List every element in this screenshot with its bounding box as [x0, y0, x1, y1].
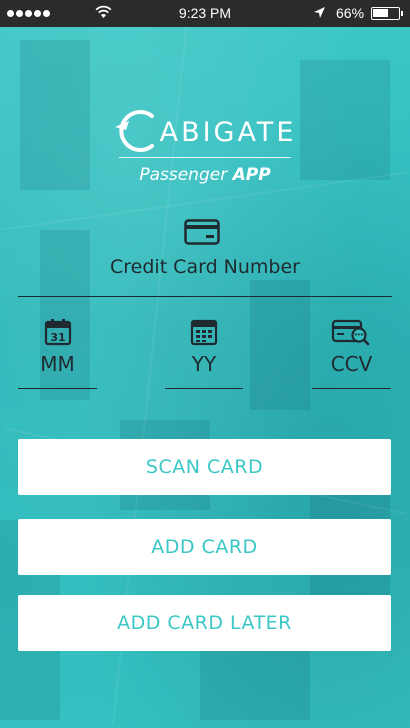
- credit-card-icon: [184, 219, 220, 245]
- logo-divider: [119, 157, 291, 158]
- status-bar: 9:23 PM 66%: [0, 0, 410, 27]
- logo-text: ABIGATE: [159, 117, 297, 148]
- battery-icon: [371, 7, 403, 20]
- app-tagline: Passenger APP: [0, 165, 410, 185]
- year-label: YY: [191, 352, 217, 376]
- ccv-label: CCV: [330, 352, 373, 376]
- tagline-bold: APP: [232, 165, 271, 185]
- calendar-icon: 31: [44, 319, 72, 346]
- battery-percent: 66%: [336, 5, 365, 21]
- add-card-later-button[interactable]: ADD CARD LATER: [18, 595, 391, 651]
- add-card-button[interactable]: ADD CARD: [18, 519, 391, 575]
- svg-text:31: 31: [50, 331, 65, 344]
- tagline-regular: Passenger: [139, 165, 233, 185]
- calendar-grid-icon: [190, 319, 218, 346]
- credit-card-number-label[interactable]: Credit Card Number: [0, 256, 410, 278]
- location-arrow-icon: [314, 7, 325, 18]
- year-underline: [165, 388, 243, 389]
- month-field[interactable]: 31 MM: [18, 318, 97, 390]
- app-logo: ABIGATE: [0, 108, 410, 158]
- ccv-field[interactable]: *** CCV: [312, 318, 391, 390]
- month-label: MM: [40, 352, 75, 376]
- card-search-icon: ***: [331, 319, 370, 346]
- month-underline: [18, 388, 97, 389]
- scan-card-button[interactable]: SCAN CARD: [18, 439, 391, 495]
- svg-text:***: ***: [354, 333, 364, 340]
- credit-card-number-input-line[interactable]: [18, 296, 392, 297]
- year-field[interactable]: YY: [165, 318, 243, 390]
- ccv-underline: [312, 388, 391, 389]
